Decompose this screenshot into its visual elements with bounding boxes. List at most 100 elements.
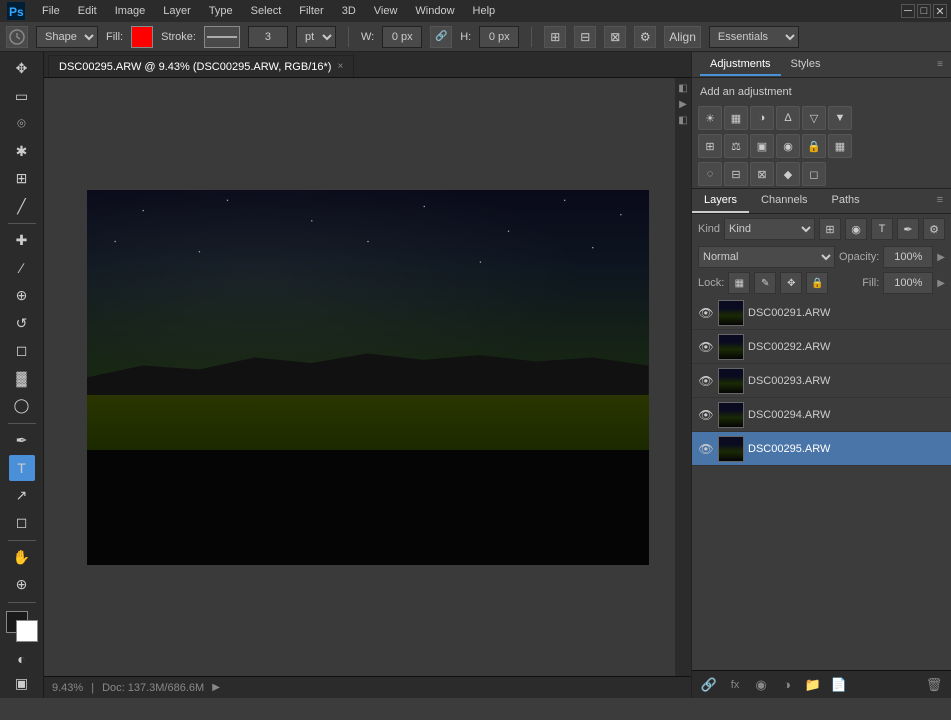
gradient-map-icon[interactable]: ⊠ bbox=[750, 162, 774, 186]
layer-item[interactable]: 👁DSC00291.ARW bbox=[692, 296, 951, 330]
menu-select[interactable]: Select bbox=[243, 3, 290, 19]
vibrance-icon[interactable]: ▽ bbox=[802, 106, 826, 130]
channel-mixer-icon[interactable]: ◉ bbox=[776, 134, 800, 158]
gear-icon[interactable]: ⚙ bbox=[634, 26, 656, 48]
menu-layer[interactable]: Layer bbox=[155, 3, 199, 19]
layer-filter-icon2[interactable]: ◉ bbox=[845, 218, 867, 240]
marquee-tool[interactable]: ▭ bbox=[9, 84, 35, 110]
new-layer-icon[interactable]: 📄 bbox=[828, 674, 850, 696]
clone-tool[interactable]: ⊕ bbox=[9, 283, 35, 309]
shape-select[interactable]: Shape bbox=[36, 26, 98, 48]
fill-color-swatch[interactable] bbox=[131, 26, 153, 48]
fill-arrow-icon[interactable]: ▶ bbox=[937, 278, 945, 289]
menu-3d[interactable]: 3D bbox=[334, 3, 364, 19]
hand-tool[interactable]: ✋ bbox=[9, 545, 35, 571]
tab-adjustments[interactable]: Adjustments bbox=[700, 54, 781, 76]
stroke-style-picker[interactable] bbox=[204, 26, 240, 48]
tab-close-button[interactable]: × bbox=[337, 61, 343, 72]
path-alignment-icon[interactable]: ⊟ bbox=[574, 26, 596, 48]
maximize-button[interactable]: □ bbox=[917, 4, 931, 18]
layer-filter-icon1[interactable]: ⊞ bbox=[819, 218, 841, 240]
new-group-icon[interactable]: 📁 bbox=[802, 674, 824, 696]
add-adjustment-icon[interactable]: ◑ bbox=[776, 674, 798, 696]
delete-layer-icon[interactable]: 🗑 bbox=[923, 674, 945, 696]
tab-channels[interactable]: Channels bbox=[749, 189, 819, 213]
layer-visibility-toggle[interactable]: 👁 bbox=[698, 441, 714, 457]
blend-mode-select[interactable]: Normal bbox=[698, 246, 835, 268]
path-arrangement-icon[interactable]: ⊠ bbox=[604, 26, 626, 48]
tab-styles[interactable]: Styles bbox=[781, 54, 831, 76]
color-swatches[interactable] bbox=[6, 611, 38, 642]
toggle-adjustments-icon[interactable]: ◧ bbox=[677, 82, 689, 94]
close-button[interactable]: ✕ bbox=[933, 4, 947, 18]
brush-tool[interactable]: ∕ bbox=[9, 256, 35, 282]
lock-transform-icon[interactable]: ✥ bbox=[780, 272, 802, 294]
solid-color-icon[interactable]: ◻ bbox=[802, 162, 826, 186]
invert-icon[interactable]: ▦ bbox=[828, 134, 852, 158]
menu-window[interactable]: Window bbox=[407, 3, 462, 19]
layer-item[interactable]: 👁DSC00292.ARW bbox=[692, 330, 951, 364]
menu-edit[interactable]: Edit bbox=[70, 3, 105, 19]
quick-select-tool[interactable]: ✱ bbox=[9, 139, 35, 165]
layer-filter-icon5[interactable]: ⚙ bbox=[923, 218, 945, 240]
canvas-scroll[interactable]: ◧ ▶ ◧ bbox=[44, 78, 691, 676]
menu-help[interactable]: Help bbox=[465, 3, 504, 19]
crop-tool[interactable]: ⊞ bbox=[9, 166, 35, 192]
layer-item[interactable]: 👁DSC00295.ARW bbox=[692, 432, 951, 466]
posterize-icon[interactable]: ◌ bbox=[698, 162, 722, 186]
layer-visibility-toggle[interactable]: 👁 bbox=[698, 305, 714, 321]
pen-tool[interactable]: ✒ bbox=[9, 428, 35, 454]
shape-tool[interactable]: ◻ bbox=[9, 510, 35, 536]
opacity-arrow-icon[interactable]: ▶ bbox=[937, 252, 945, 263]
lock-position-icon[interactable]: ✎ bbox=[754, 272, 776, 294]
tool-preset-picker[interactable] bbox=[6, 26, 28, 48]
healing-tool[interactable]: ✚ bbox=[9, 228, 35, 254]
width-input[interactable] bbox=[382, 26, 422, 48]
exposure-icon[interactable]: Δ bbox=[776, 106, 800, 130]
stroke-width-input[interactable] bbox=[248, 26, 288, 48]
path-operations-icon[interactable]: ⊞ bbox=[544, 26, 566, 48]
background-color[interactable] bbox=[16, 620, 38, 642]
color-lookup-icon[interactable]: 🔒 bbox=[802, 134, 826, 158]
tab-paths[interactable]: Paths bbox=[820, 189, 872, 213]
menu-image[interactable]: Image bbox=[107, 3, 154, 19]
zoom-tool[interactable]: ⊕ bbox=[9, 572, 35, 598]
menu-view[interactable]: View bbox=[366, 3, 406, 19]
minimize-button[interactable]: ─ bbox=[901, 4, 915, 18]
dodge-tool[interactable]: ◯ bbox=[9, 393, 35, 419]
layer-visibility-toggle[interactable]: 👁 bbox=[698, 407, 714, 423]
black-white-icon[interactable]: ⚖ bbox=[724, 134, 748, 158]
link-dimensions-icon[interactable]: 🔗 bbox=[430, 26, 452, 48]
eraser-tool[interactable]: ◻ bbox=[9, 338, 35, 364]
layer-filter-icon4[interactable]: ✒ bbox=[897, 218, 919, 240]
quick-mask-toggle[interactable]: ◐ bbox=[11, 648, 33, 670]
fill-input[interactable] bbox=[883, 272, 933, 294]
layer-visibility-toggle[interactable]: 👁 bbox=[698, 339, 714, 355]
layer-visibility-toggle[interactable]: 👁 bbox=[698, 373, 714, 389]
layer-effects-icon[interactable]: fx bbox=[724, 674, 746, 696]
opacity-input[interactable] bbox=[883, 246, 933, 268]
lasso-tool[interactable]: ⌾ bbox=[9, 111, 35, 137]
selective-color-icon[interactable]: ◆ bbox=[776, 162, 800, 186]
move-tool[interactable]: ✥ bbox=[9, 56, 35, 82]
levels-icon[interactable]: ▦ bbox=[724, 106, 748, 130]
layers-collapse-icon[interactable]: ≡ bbox=[929, 189, 951, 213]
hue-sat-icon[interactable]: ▼ bbox=[828, 106, 852, 130]
history-brush-tool[interactable]: ↺ bbox=[9, 311, 35, 337]
curves-icon[interactable]: ◑ bbox=[750, 106, 774, 130]
lock-pixels-icon[interactable]: ▦ bbox=[728, 272, 750, 294]
lock-all-icon[interactable]: 🔒 bbox=[806, 272, 828, 294]
layer-item[interactable]: 👁DSC00293.ARW bbox=[692, 364, 951, 398]
eyedropper-tool[interactable]: ╱ bbox=[9, 194, 35, 220]
menu-file[interactable]: File bbox=[34, 3, 68, 19]
workspace-select[interactable]: Essentials bbox=[709, 26, 799, 48]
add-mask-icon[interactable]: ◉ bbox=[750, 674, 772, 696]
tab-layers[interactable]: Layers bbox=[692, 189, 749, 213]
align-label[interactable]: Align bbox=[664, 26, 701, 48]
link-layers-icon[interactable]: 🔗 bbox=[698, 674, 720, 696]
status-arrow-button[interactable]: ▶ bbox=[212, 682, 220, 693]
gradient-tool[interactable]: ▓ bbox=[9, 366, 35, 392]
kind-filter-select[interactable]: Kind bbox=[724, 218, 815, 240]
path-select-tool[interactable]: ↗ bbox=[9, 483, 35, 509]
stroke-unit-select[interactable]: pt bbox=[296, 26, 336, 48]
